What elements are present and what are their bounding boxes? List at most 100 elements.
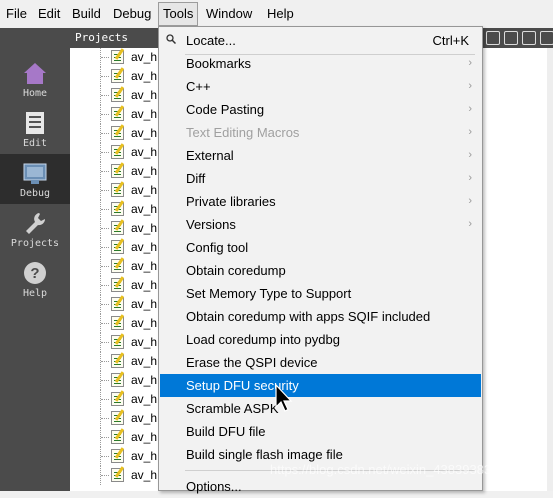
- close-pane-icon[interactable]: [540, 31, 553, 45]
- menu-item-setup-dfu-security[interactable]: Setup DFU security: [160, 374, 481, 397]
- mode-debug[interactable]: Debug: [0, 154, 70, 204]
- mode-home[interactable]: Home: [0, 54, 70, 104]
- help-icon: ?: [24, 262, 46, 284]
- menu-build[interactable]: Build: [68, 0, 105, 28]
- menu-item-bookmarks[interactable]: Bookmarks ›: [160, 52, 481, 75]
- menu-item-config-tool[interactable]: Config tool: [160, 236, 481, 259]
- menu-item-label: Options...: [186, 479, 242, 494]
- source-file-icon: [111, 164, 124, 178]
- tree-row[interactable]: av_h: [70, 257, 162, 276]
- file-name: av_h: [131, 297, 158, 311]
- submenu-arrow-icon: ›: [468, 218, 472, 230]
- vertical-scrollbar[interactable]: [547, 48, 553, 491]
- submenu-arrow-icon: ›: [468, 103, 472, 115]
- tree-row[interactable]: av_h: [70, 466, 162, 485]
- file-name: av_h: [131, 183, 158, 197]
- menu-item-label: Diff: [186, 171, 206, 186]
- tools-menu-dropdown: Locate... Ctrl+K Bookmarks › C++ › Code Pa…: [158, 26, 483, 494]
- tree-row[interactable]: av_h: [70, 143, 162, 162]
- tree-row[interactable]: av_h: [70, 48, 162, 67]
- pane-toolbar: [482, 28, 553, 48]
- menu-item-obtain-coredump[interactable]: Obtain coredump: [160, 259, 481, 282]
- tree-row[interactable]: av_h: [70, 409, 162, 428]
- mode-help[interactable]: ? Help: [0, 254, 70, 304]
- menu-item-label: Load coredump into pydbg: [186, 332, 340, 347]
- tree-row[interactable]: av_h: [70, 447, 162, 466]
- menu-item-scramble-aspk[interactable]: Scramble ASPK: [160, 397, 481, 420]
- tree-row[interactable]: av_h: [70, 105, 162, 124]
- menu-item-versions[interactable]: Versions ›: [160, 213, 481, 236]
- tree-row[interactable]: av_h: [70, 67, 162, 86]
- file-name: av_h: [131, 468, 158, 482]
- source-file-icon: [111, 107, 124, 121]
- tree-row[interactable]: av_h: [70, 124, 162, 143]
- menu-item-options[interactable]: Options...: [160, 475, 481, 498]
- tree-row[interactable]: av_h: [70, 314, 162, 333]
- project-tree: av_h av_h av_h av_h av_h av_h av_h av_h …: [70, 48, 162, 491]
- file-name: av_h: [131, 202, 158, 216]
- menu-file[interactable]: File: [2, 0, 31, 28]
- menu-help[interactable]: Help: [263, 0, 298, 28]
- mode-home-label: Home: [22, 88, 48, 99]
- tree-row[interactable]: av_h: [70, 371, 162, 390]
- menu-item-label: External: [186, 148, 234, 163]
- tree-row[interactable]: av_h: [70, 428, 162, 447]
- menu-tools[interactable]: Tools: [158, 2, 199, 26]
- source-file-icon: [111, 411, 124, 425]
- tree-row[interactable]: av_h: [70, 86, 162, 105]
- menu-item-cpp[interactable]: C++ ›: [160, 75, 481, 98]
- mode-debug-label: Debug: [19, 188, 51, 199]
- sync-icon[interactable]: [486, 31, 500, 45]
- tree-row[interactable]: av_h: [70, 276, 162, 295]
- menu-item-label: Code Pasting: [186, 102, 265, 117]
- menu-item-erase-qspi[interactable]: Erase the QSPI device: [160, 351, 481, 374]
- tree-row[interactable]: av_h: [70, 352, 162, 371]
- menu-item-label: Config tool: [186, 240, 249, 255]
- file-name: av_h: [131, 354, 158, 368]
- tree-row[interactable]: av_h: [70, 181, 162, 200]
- edit-icon: [26, 112, 44, 134]
- submenu-arrow-icon: ›: [468, 149, 472, 161]
- menu-item-obtain-coredump-sqif[interactable]: Obtain coredump with apps SQIF included: [160, 305, 481, 328]
- split-icon[interactable]: [522, 31, 536, 45]
- menu-edit[interactable]: Edit: [34, 0, 64, 28]
- mode-projects[interactable]: Projects: [0, 204, 70, 254]
- menu-item-private-libraries[interactable]: Private libraries ›: [160, 190, 481, 213]
- file-name: av_h: [131, 449, 158, 463]
- watermark-text: https://blog.csdn.net/weixin_43839383: [270, 462, 492, 477]
- menu-item-code-pasting[interactable]: Code Pasting ›: [160, 98, 481, 121]
- file-name: av_h: [131, 278, 158, 292]
- menu-debug[interactable]: Debug: [109, 0, 155, 28]
- source-file-icon: [111, 183, 124, 197]
- file-name: av_h: [131, 373, 158, 387]
- file-name: av_h: [131, 164, 158, 178]
- tree-row[interactable]: av_h: [70, 162, 162, 181]
- svg-text:?: ?: [30, 265, 39, 282]
- source-file-icon: [111, 240, 124, 254]
- tree-row[interactable]: av_h: [70, 295, 162, 314]
- mode-edit[interactable]: Edit: [0, 104, 70, 154]
- menu-item-diff[interactable]: Diff ›: [160, 167, 481, 190]
- debug-icon: [23, 163, 47, 184]
- tree-row[interactable]: av_h: [70, 200, 162, 219]
- mode-edit-label: Edit: [22, 138, 48, 149]
- file-name: av_h: [131, 430, 158, 444]
- source-file-icon: [111, 316, 124, 330]
- tree-row[interactable]: av_h: [70, 333, 162, 352]
- link-icon[interactable]: [504, 31, 518, 45]
- submenu-arrow-icon: ›: [468, 195, 472, 207]
- tree-row[interactable]: av_h: [70, 238, 162, 257]
- magnifier-icon: [166, 34, 176, 44]
- source-file-icon: [111, 373, 124, 387]
- tree-row[interactable]: av_h: [70, 390, 162, 409]
- source-file-icon: [111, 335, 124, 349]
- menu-item-build-dfu-file[interactable]: Build DFU file: [160, 420, 481, 443]
- menu-item-load-coredump[interactable]: Load coredump into pydbg: [160, 328, 481, 351]
- menu-item-external[interactable]: External ›: [160, 144, 481, 167]
- menu-item-locate[interactable]: Locate... Ctrl+K: [160, 29, 481, 52]
- source-file-icon: [111, 259, 124, 273]
- menu-item-label: Private libraries: [186, 194, 276, 209]
- tree-row[interactable]: av_h: [70, 219, 162, 238]
- menu-window[interactable]: Window: [202, 0, 256, 28]
- menu-item-set-memory-type[interactable]: Set Memory Type to Support: [160, 282, 481, 305]
